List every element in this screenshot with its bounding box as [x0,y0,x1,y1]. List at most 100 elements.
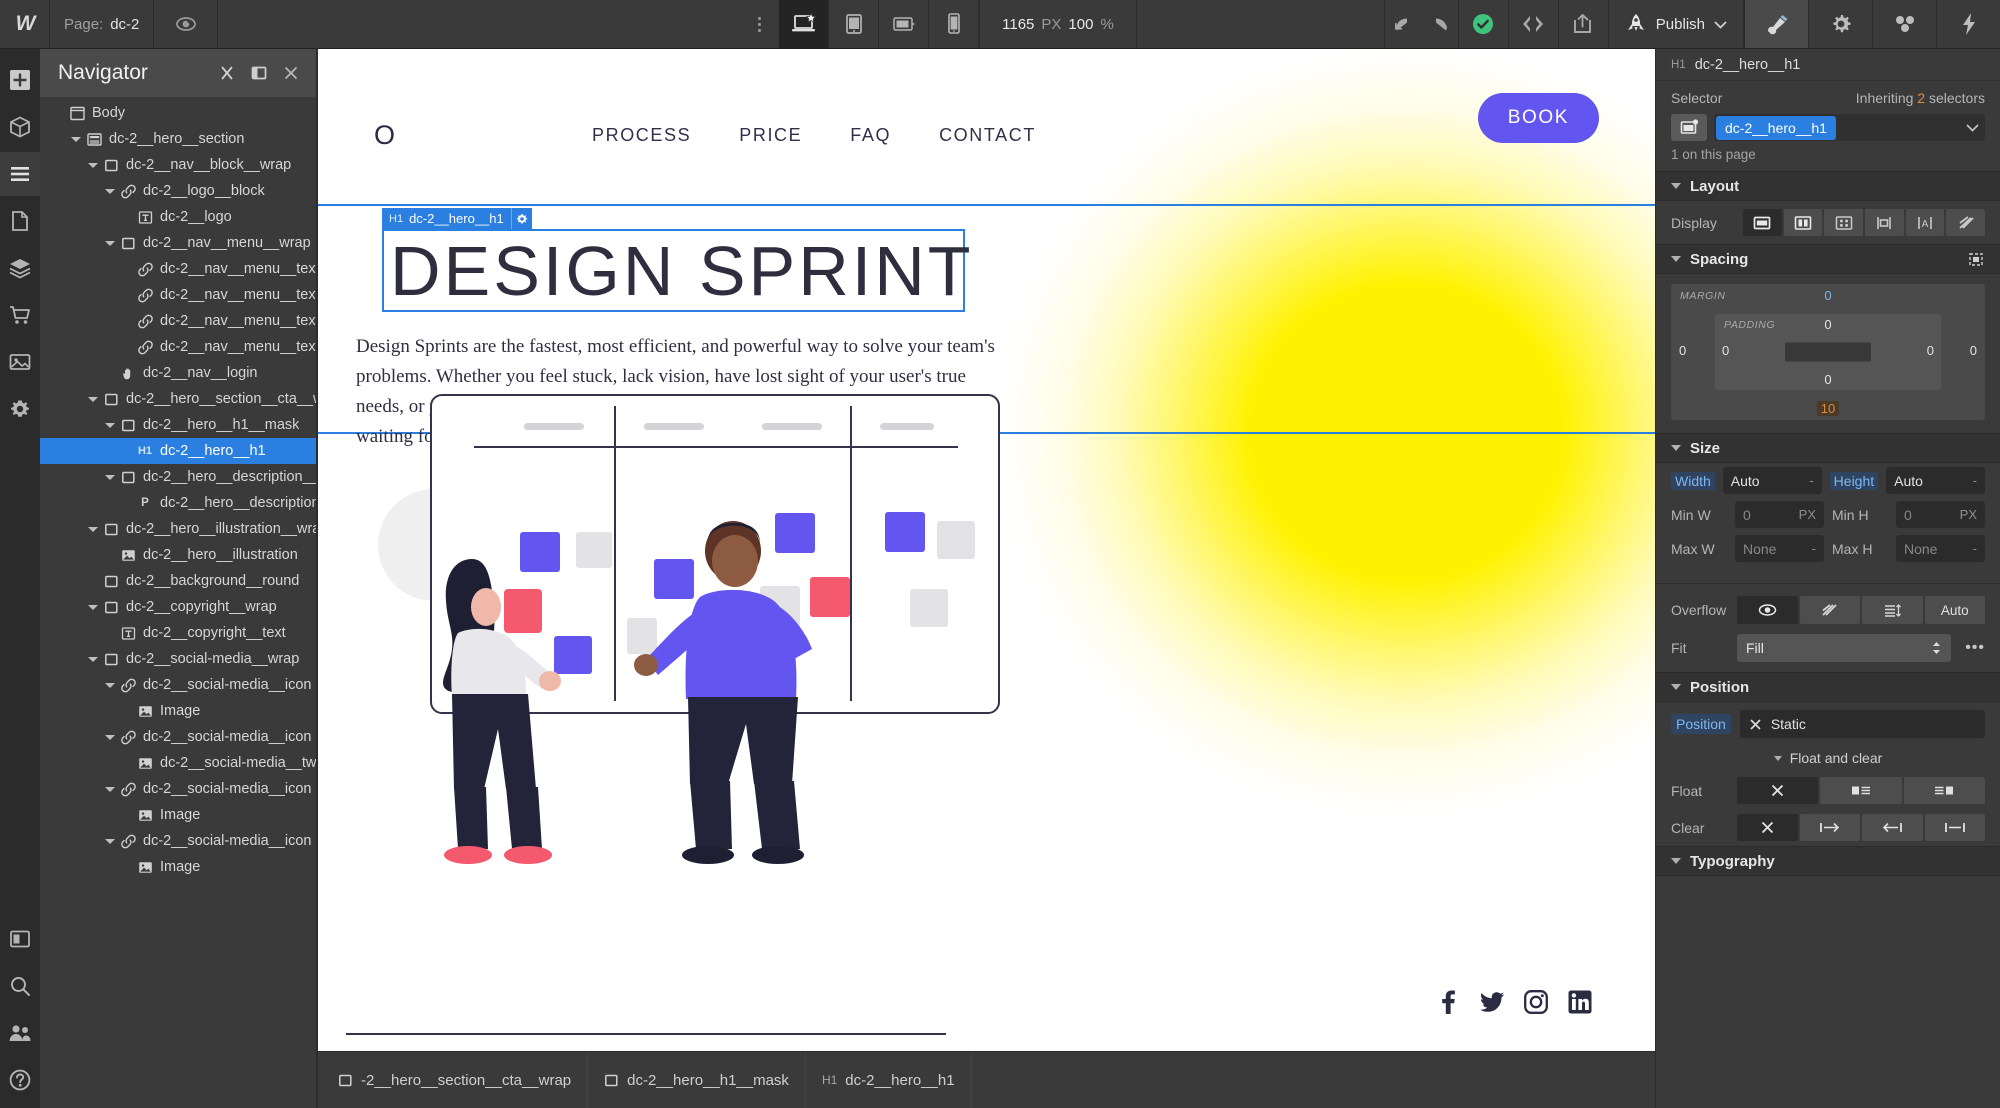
pages-panel-button[interactable] [0,199,40,243]
display-options[interactable]: A [1743,209,1986,236]
clear-none-icon[interactable] [1737,814,1798,841]
inheriting-info[interactable]: Inheriting 2 selectors [1856,90,1985,106]
spacing-control[interactable]: MARGIN 0 0 0 10 PADDING 0 0 0 0 [1656,274,2000,433]
preview-window-button[interactable] [0,917,40,961]
expand-caret-icon[interactable] [105,238,116,249]
ecommerce-panel-button[interactable] [0,293,40,337]
navigator-row[interactable]: dc-2__nav__menu__wrap [40,230,316,256]
spacing-options-icon[interactable] [1967,251,1985,268]
max-width-input[interactable]: None - [1735,535,1824,562]
display-grid-icon[interactable] [1824,209,1864,236]
padding-center-handle[interactable] [1785,342,1871,362]
padding-box[interactable]: PADDING 0 0 0 0 [1715,314,1941,390]
device-desktop-button[interactable] [779,0,830,48]
instagram-icon[interactable] [1523,989,1549,1015]
add-panel-button[interactable] [0,58,40,102]
expand-caret-icon[interactable] [105,472,116,483]
selector-chip[interactable]: dc-2__hero__h1 [1716,115,1836,140]
book-cta-button[interactable]: BOOK [1477,93,1599,143]
publish-button[interactable]: Publish [1609,0,1744,48]
selector-control[interactable]: dc-2__hero__h1 [1656,114,2000,141]
navigator-row[interactable]: dc-2__nav__menu__text [40,282,316,308]
clear-right-icon[interactable] [1862,814,1923,841]
webflow-logo[interactable]: W [0,0,50,48]
clear-left-icon[interactable] [1799,814,1860,841]
navigator-row[interactable]: Image [40,802,316,828]
navigator-row[interactable]: dc-2__hero__illustration [40,542,316,568]
overflow-visible-icon[interactable] [1737,596,1798,624]
min-height-input[interactable]: 0 PX [1896,501,1985,528]
expand-caret-icon[interactable] [71,134,82,145]
fit-select[interactable]: Fill [1737,634,1952,662]
expand-caret-icon[interactable] [105,732,116,743]
site-nav-link-process[interactable]: PROCESS [592,125,691,146]
expand-caret-icon[interactable] [88,602,99,613]
undo-redo-group[interactable] [1385,0,1459,48]
overflow-scroll-icon[interactable] [1862,596,1923,624]
margin-right-value[interactable]: 0 [1970,343,1977,358]
dock-panel-icon[interactable] [248,62,270,84]
site-nav-link-contact[interactable]: CONTACT [939,125,1036,146]
section-layout[interactable]: Layout [1656,171,2000,201]
margin-left-value[interactable]: 0 [1679,343,1686,358]
badge-gear-icon[interactable] [510,208,532,229]
float-and-clear-header[interactable]: Float and clear [1656,746,2000,772]
clear-both-icon[interactable] [1924,814,1985,841]
height-input[interactable]: Auto - [1886,467,1986,494]
navigator-row[interactable]: dc-2__hero__section [40,126,316,152]
navigator-row[interactable]: Image [40,698,316,724]
margin-box[interactable]: MARGIN 0 0 0 10 PADDING 0 0 0 0 [1671,284,1985,420]
margin-top-value[interactable]: 0 [1824,288,1831,303]
more-options-icon[interactable] [739,0,779,48]
navigator-row[interactable]: dc-2__social-media__icon [40,672,316,698]
expand-caret-icon[interactable] [105,836,116,847]
max-height-input[interactable]: None - [1896,535,1985,562]
padding-top-value[interactable]: 0 [1824,317,1831,332]
overflow-hidden-icon[interactable] [1799,596,1860,624]
expand-caret-icon[interactable] [88,160,99,171]
navigator-row[interactable]: dc-2__copyright__text [40,620,316,646]
float-left-icon[interactable] [1820,777,1902,804]
navigator-row[interactable]: Body [40,100,316,126]
navigator-row[interactable]: dc-2__hero__description__mask [40,464,316,490]
style-panel-tab[interactable] [1744,0,1808,48]
team-button[interactable] [0,1011,40,1055]
navigator-row[interactable]: dc-2__logo__block [40,178,316,204]
interactions-lightning-tab[interactable] [1936,0,2000,48]
twitter-icon[interactable] [1479,989,1505,1015]
margin-bottom-value[interactable]: 10 [1816,401,1840,416]
selector-input[interactable]: dc-2__hero__h1 [1714,114,1985,141]
padding-bottom-value[interactable]: 0 [1824,372,1831,387]
display-block-icon[interactable] [1743,209,1782,236]
hero-heading[interactable]: DESIGN SPRINT [390,236,974,306]
section-position[interactable]: Position [1656,672,2000,702]
clear-options[interactable] [1737,814,1985,841]
section-typography[interactable]: Typography [1656,846,2000,876]
share-icon[interactable] [1559,0,1609,48]
breadcrumb[interactable]: -2__hero__section__cta__wrap dc-2__hero__… [318,1051,1655,1108]
help-button[interactable] [0,1058,40,1102]
expand-caret-icon[interactable] [105,420,116,431]
breadcrumb-item[interactable]: -2__hero__section__cta__wrap [322,1052,589,1108]
float-options[interactable] [1737,777,1985,804]
navigator-row[interactable]: dc-2__social-media__icon [40,776,316,802]
collapse-all-icon[interactable] [216,62,238,84]
device-tablet-button[interactable] [829,0,880,48]
breadcrumb-item[interactable]: dc-2__hero__h1__mask [588,1052,806,1108]
selector-element-icon[interactable] [1671,114,1707,141]
navigator-row[interactable]: dc-2__hero__h1__mask [40,412,316,438]
navigator-row[interactable]: dc-2__background__round [40,568,316,594]
site-nav-link-price[interactable]: PRICE [739,125,802,146]
navigator-row[interactable]: dc-2__nav__menu__text [40,256,316,282]
display-inline-icon[interactable]: A [1905,209,1945,236]
navigator-tree[interactable]: Body dc-2__hero__section dc-2__nav__block_… [40,97,316,1108]
expand-caret-icon[interactable] [88,394,99,405]
position-select[interactable]: Static [1739,710,1985,738]
settings-panel-tab[interactable] [1808,0,1872,48]
interactions-panel-tab[interactable] [1872,0,1936,48]
design-canvas[interactable]: O PROCESS PRICE FAQ CONTACT BOOK H1 dc-2__h… [318,49,1655,1051]
navigator-row[interactable]: dc-2__hero__section__cta__wrap [40,386,316,412]
components-panel-button[interactable] [0,105,40,149]
navigator-row-selected[interactable]: H1 dc-2__hero__h1 [40,438,316,464]
navigator-row[interactable]: dc-2__hero__illustration__wrap [40,516,316,542]
